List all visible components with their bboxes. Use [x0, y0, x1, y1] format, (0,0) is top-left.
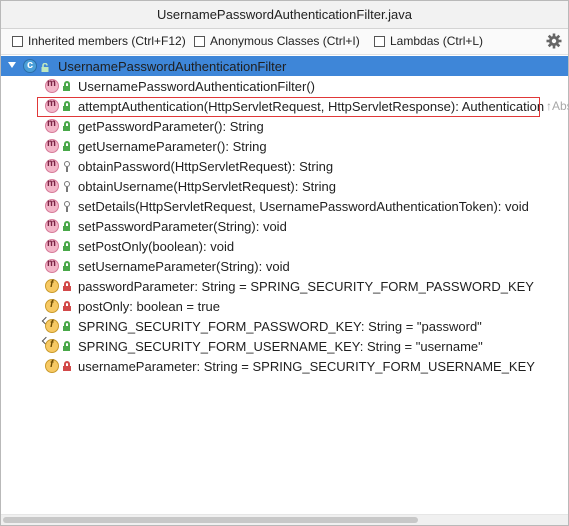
private-access-icon — [62, 361, 71, 371]
field-item[interactable]: passwordParameter: String = SPRING_SECUR… — [1, 276, 568, 296]
member-label: postOnly: boolean = true — [78, 299, 221, 314]
public-access-icon — [62, 81, 71, 91]
protected-access-icon — [62, 201, 71, 212]
lambdas-checkbox[interactable]: Lambdas (Ctrl+L) — [374, 34, 483, 48]
checkbox-label: Lambdas (Ctrl+L) — [390, 34, 484, 48]
public-access-icon — [41, 62, 49, 76]
method-item[interactable]: getPasswordParameter(): String — [1, 116, 568, 136]
method-item[interactable]: setPostOnly(boolean): void — [1, 236, 568, 256]
anonymous-classes-checkbox[interactable]: Anonymous Classes (Ctrl+I) — [194, 34, 360, 48]
member-label: usernameParameter: String = SPRING_SECUR… — [78, 359, 535, 374]
structure-window: UsernamePasswordAuthenticationFilter.jav… — [0, 0, 569, 526]
private-access-icon — [62, 281, 71, 291]
horizontal-scrollbar[interactable] — [1, 514, 568, 525]
method-item[interactable]: setDetails(HttpServletRequest, UsernameP… — [1, 196, 568, 216]
member-label: setDetails(HttpServletRequest, UsernameP… — [78, 199, 529, 214]
method-icon — [45, 258, 59, 273]
field-item[interactable]: SPRING_SECURITY_FORM_PASSWORD_KEY: Strin… — [1, 316, 568, 336]
root-class-name: UsernamePasswordAuthenticationFilter — [58, 59, 287, 74]
member-label: setPostOnly(boolean): void — [78, 239, 235, 254]
field-icon — [45, 299, 59, 313]
expand-arrow-icon[interactable] — [8, 62, 16, 68]
method-icon — [45, 218, 59, 233]
method-item[interactable]: obtainPassword(HttpServletRequest): Stri… — [1, 156, 568, 176]
method-icon — [45, 158, 59, 173]
tree-root-class[interactable]: UsernamePasswordAuthenticationFilter — [1, 56, 568, 76]
field-icon — [45, 319, 59, 333]
member-label: obtainPassword(HttpServletRequest): Stri… — [78, 159, 334, 174]
member-label: obtainUsername(HttpServletRequest): Stri… — [78, 179, 336, 194]
member-label: getPasswordParameter(): String — [78, 119, 264, 134]
member-label: getUsernameParameter(): String — [78, 139, 267, 154]
protected-access-icon — [62, 161, 71, 172]
field-icon — [45, 339, 59, 353]
field-icon — [45, 279, 59, 293]
method-item[interactable]: setUsernameParameter(String): void — [1, 256, 568, 276]
public-access-icon — [62, 321, 71, 331]
filter-toolbar: Inherited members (Ctrl+F12) Anonymous C… — [1, 29, 568, 55]
method-icon — [45, 178, 59, 193]
public-access-icon — [62, 241, 71, 251]
protected-access-icon — [62, 181, 71, 192]
method-item[interactable]: obtainUsername(HttpServletRequest): Stri… — [1, 176, 568, 196]
checkbox-box[interactable] — [194, 35, 205, 47]
method-item[interactable]: getUsernameParameter(): String — [1, 136, 568, 156]
method-item[interactable]: setPasswordParameter(String): void — [1, 216, 568, 236]
member-label: setPasswordParameter(String): void — [78, 219, 287, 234]
inherited-members-checkbox[interactable]: Inherited members (Ctrl+F12) — [12, 34, 186, 48]
public-access-icon — [62, 121, 71, 131]
gear-icon[interactable] — [546, 33, 562, 49]
field-item[interactable]: SPRING_SECURITY_FORM_USERNAME_KEY: Strin… — [1, 336, 568, 356]
member-label: SPRING_SECURITY_FORM_PASSWORD_KEY: Strin… — [78, 319, 482, 334]
field-item[interactable]: usernameParameter: String = SPRING_SECUR… — [1, 356, 568, 376]
scrollbar-thumb[interactable] — [3, 517, 418, 523]
private-access-icon — [62, 301, 71, 311]
window-title-text: UsernamePasswordAuthenticationFilter.jav… — [156, 7, 413, 22]
method-icon — [45, 198, 59, 213]
checkbox-box[interactable] — [374, 35, 385, 47]
member-label: UsernamePasswordAuthenticationFilter() — [78, 79, 315, 94]
method-icon — [45, 238, 59, 253]
method-icon — [45, 138, 59, 153]
class-icon — [23, 59, 37, 73]
method-icon — [45, 118, 59, 133]
member-label: SPRING_SECURITY_FORM_USERNAME_KEY: Strin… — [78, 339, 483, 354]
annotation-highlight-box — [37, 97, 540, 117]
method-item[interactable]: UsernamePasswordAuthenticationFilter() — [1, 76, 568, 96]
checkbox-label: Anonymous Classes (Ctrl+I) — [210, 34, 360, 48]
public-access-icon — [62, 341, 71, 351]
public-access-icon — [62, 141, 71, 151]
window-title: UsernamePasswordAuthenticationFilter.jav… — [1, 1, 568, 29]
member-list: UsernamePasswordAuthenticationFilter()at… — [1, 76, 569, 376]
checkbox-box[interactable] — [12, 35, 23, 47]
field-icon — [45, 359, 59, 373]
field-item[interactable]: postOnly: boolean = true — [1, 296, 568, 316]
overrides-hint: ↑Abs — [546, 99, 569, 113]
public-access-icon — [62, 221, 71, 231]
checkbox-label: Inherited members (Ctrl+F12) — [28, 34, 186, 48]
public-access-icon — [62, 261, 71, 271]
member-label: passwordParameter: String = SPRING_SECUR… — [78, 279, 534, 294]
method-icon — [45, 78, 59, 93]
member-label: setUsernameParameter(String): void — [78, 259, 290, 274]
